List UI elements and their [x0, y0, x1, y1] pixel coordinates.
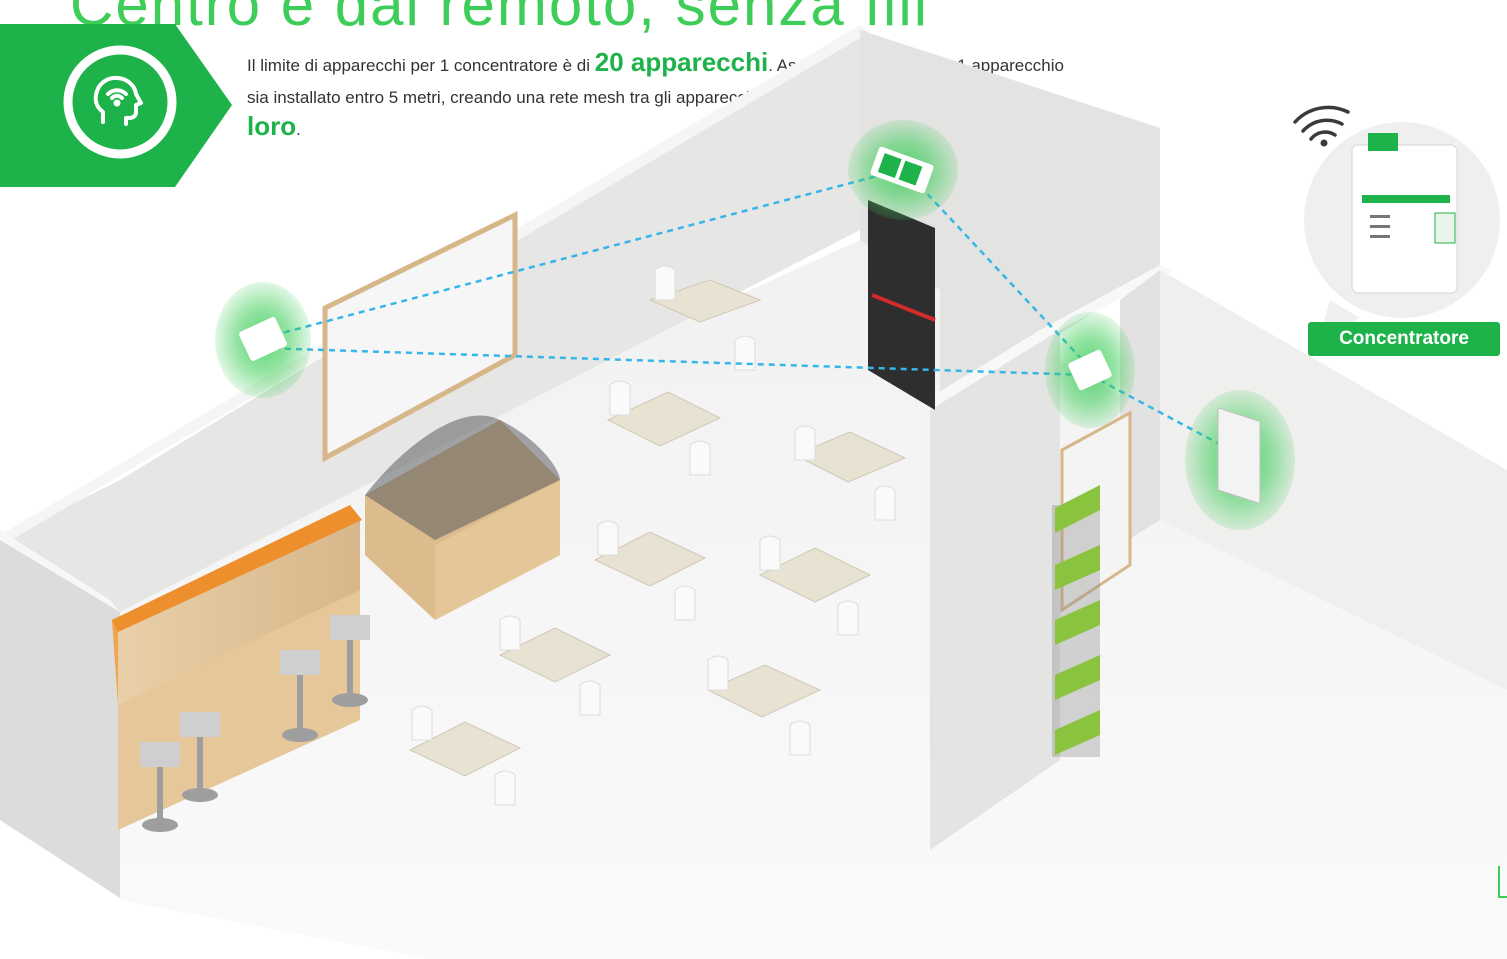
corner-mark: [1498, 866, 1507, 898]
green-shelf: [1052, 485, 1100, 757]
emergency-light-2: [1045, 312, 1135, 428]
stage: Centro e dal remoto, senza fili Il limit…: [0, 0, 1507, 959]
concentrator-label: Concentratore: [1308, 322, 1500, 356]
exit-sign: [848, 120, 958, 220]
wifi-icon: [1293, 105, 1350, 147]
emergency-light-1: [215, 282, 311, 398]
concentrator-bubble: [1304, 122, 1500, 342]
electrical-panel: [1185, 390, 1295, 530]
room-illustration: [0, 25, 1507, 959]
right-partition: [930, 330, 1060, 850]
